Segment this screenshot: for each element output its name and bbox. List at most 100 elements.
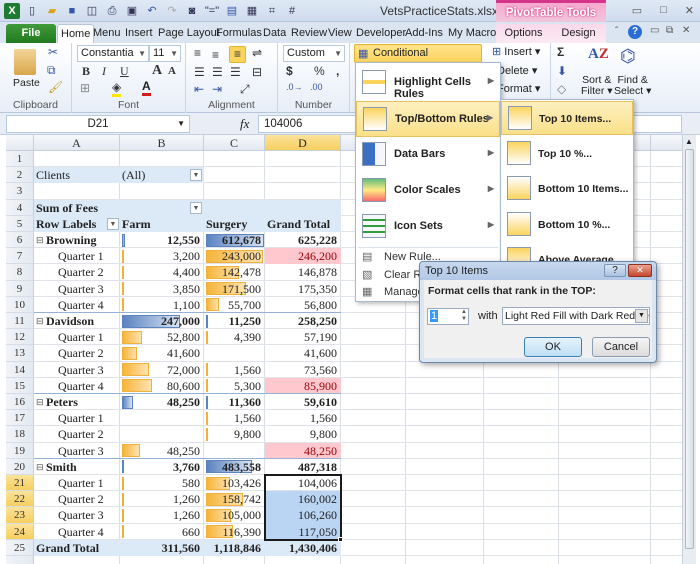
submenu-item-top-10-items[interactable]: Top 10 Items...	[501, 101, 633, 135]
menu-item-icon-sets[interactable]: Icon Sets ▶	[356, 209, 500, 245]
paste-icon[interactable]	[14, 49, 36, 75]
row-header-9[interactable]: 9	[6, 280, 34, 297]
percent-button[interactable]: %	[314, 64, 325, 78]
chevron-down-icon[interactable]: ▼	[635, 309, 648, 323]
pivot-cell-grand-total[interactable]: 56,800	[265, 297, 341, 313]
align-top-icon[interactable]: ≡	[194, 46, 201, 60]
pivot-cell-grand-total[interactable]: 57,190	[265, 329, 341, 345]
filter-dropdown-icon[interactable]: ▼	[190, 169, 202, 182]
align-bottom-icon[interactable]: ≡	[229, 46, 246, 63]
tab-data[interactable]: Data	[260, 24, 289, 43]
find-select-button[interactable]: Find & Select ▾	[614, 75, 651, 97]
align-center-icon[interactable]: ☰	[212, 65, 223, 79]
collapse-ribbon-icon[interactable]: ˆ	[615, 26, 618, 37]
decrease-indent-icon[interactable]: ⇤	[194, 82, 204, 96]
scroll-up-icon[interactable]: ▲	[685, 137, 693, 146]
format-painter-icon[interactable]: 🖌	[48, 80, 63, 94]
align-left-icon[interactable]: ☰	[194, 65, 205, 79]
column-header-i[interactable]	[651, 135, 682, 151]
row-header-19[interactable]: 19	[6, 442, 34, 459]
submenu-item-bottom-10-items[interactable]: Bottom 10 Items...	[501, 172, 633, 206]
workbook-minimize-icon[interactable]: ▭	[650, 25, 659, 36]
ok-button[interactable]: OK	[524, 337, 582, 357]
help-button[interactable]: ?	[604, 264, 626, 277]
column-header-a[interactable]: A	[34, 135, 120, 151]
row-header-3[interactable]: 3	[6, 183, 34, 200]
increase-indent-icon[interactable]: ⇥	[212, 82, 222, 96]
align-middle-icon[interactable]: ≡	[212, 48, 219, 62]
pivot-row-label[interactable]: Smith	[46, 459, 77, 475]
pivot-row-label[interactable]: Peters	[46, 394, 78, 410]
comma-button[interactable]: ,	[336, 64, 339, 78]
pivot-row-label[interactable]: Davidson	[46, 313, 94, 329]
form-icon[interactable]: ▤	[224, 3, 240, 19]
row-header-20[interactable]: 20	[6, 458, 34, 475]
paste-button[interactable]: Paste	[13, 77, 40, 89]
tab-file[interactable]: File	[6, 24, 56, 43]
collapse-icon[interactable]: ⊟	[36, 459, 44, 475]
fill-handle[interactable]	[338, 536, 343, 542]
name-box[interactable]: D21 ▼	[6, 115, 190, 133]
workbook-restore-icon[interactable]: ⧉	[666, 25, 673, 36]
center-icon[interactable]: "="	[204, 3, 220, 19]
row-header-7[interactable]: 7	[6, 248, 34, 265]
underline-button[interactable]: U	[120, 64, 129, 79]
grow-font-icon[interactable]: A	[152, 63, 162, 79]
font-size-combo[interactable]: 11 ▼	[149, 45, 181, 62]
wrap-text-icon[interactable]: ⇌	[252, 46, 262, 60]
conditional-formatting-button[interactable]: ▦ Conditional Formatting ▼	[354, 44, 482, 76]
pivot-filter-value[interactable]: (All)	[122, 167, 145, 183]
pivot-cell-grand-total[interactable]: 41,600	[265, 345, 341, 361]
tab-home[interactable]: Home	[57, 24, 95, 43]
pivot-cell-grand-total[interactable]: 246,200	[265, 248, 341, 264]
pivot-cell-grand-total[interactable]: 1,560	[265, 410, 341, 426]
pivot-row-label[interactable]: Browning	[46, 232, 96, 248]
column-header-c[interactable]: C	[204, 135, 265, 151]
tab-design[interactable]: Design	[551, 24, 606, 43]
insert-cells-button[interactable]: ⊞ Insert ▾	[492, 45, 540, 58]
freeze-icon[interactable]: ⌗	[264, 3, 280, 19]
dialog-close-button[interactable]: ✕	[628, 264, 652, 277]
tab-insert[interactable]: Insert	[122, 24, 156, 43]
sort-filter-button[interactable]: Sort & Filter ▾	[581, 75, 613, 97]
tab-view[interactable]: View	[325, 24, 355, 43]
row-header-10[interactable]: 10	[6, 296, 34, 313]
tab-add-ins[interactable]: Add-Ins	[402, 24, 446, 43]
italic-button[interactable]: I	[102, 64, 106, 79]
scrollbar-thumb[interactable]	[685, 149, 694, 549]
menu-item-data-bars[interactable]: Data Bars ▶	[356, 137, 500, 173]
pivot-cell-grand-total[interactable]: 146,878	[265, 264, 341, 280]
select-all-corner[interactable]	[6, 135, 34, 151]
merge-center-icon[interactable]: ⊟	[252, 65, 262, 79]
row-header-13[interactable]: 13	[6, 345, 34, 362]
decrease-decimal-icon[interactable]: .00	[310, 82, 323, 92]
autosum-icon[interactable]: Σ	[557, 45, 564, 59]
macro-icon[interactable]: ▣	[124, 3, 140, 19]
pivot-cell-grand-total[interactable]: 59,610	[265, 394, 341, 410]
row-header-17[interactable]: 17	[6, 410, 34, 427]
row-header-16[interactable]: 16	[6, 394, 34, 411]
increase-decimal-icon[interactable]: .0→	[286, 82, 303, 92]
pivot-cell-grand-total[interactable]: 73,560	[265, 362, 341, 378]
cancel-button[interactable]: Cancel	[592, 337, 650, 357]
help-icon[interactable]: ?	[628, 25, 642, 39]
row-header-26[interactable]	[6, 556, 34, 564]
font-color-icon[interactable]: A	[142, 79, 151, 96]
insert-function-icon[interactable]: fx	[240, 116, 249, 132]
format-select[interactable]: Light Red Fill with Dark Red Text ▼	[502, 307, 650, 325]
pivot-cell-grand-total[interactable]: 625,228	[265, 232, 341, 248]
pivot-cell-grand-total[interactable]: 258,250	[265, 313, 341, 329]
orientation-icon[interactable]: ⤢	[240, 82, 250, 97]
print-icon[interactable]: ⎙	[104, 3, 120, 19]
collapse-icon[interactable]: ⊟	[36, 313, 44, 329]
collapse-icon[interactable]: ⊟	[36, 232, 44, 248]
camera-icon[interactable]: ◙	[184, 3, 200, 19]
menu-item-highlight-cells-rules[interactable]: Highlight Cells Rules ▶	[356, 65, 500, 101]
currency-button[interactable]: $	[286, 64, 293, 78]
vertical-scrollbar[interactable]: ▲	[682, 135, 696, 564]
pivot-cell-grand-total[interactable]: 85,900	[265, 378, 341, 394]
row-header-5[interactable]: 5	[6, 215, 34, 232]
row-header-1[interactable]: 1	[6, 151, 34, 168]
copy-icon[interactable]: ⧉	[47, 63, 56, 78]
row-header-11[interactable]: 11	[6, 313, 34, 330]
